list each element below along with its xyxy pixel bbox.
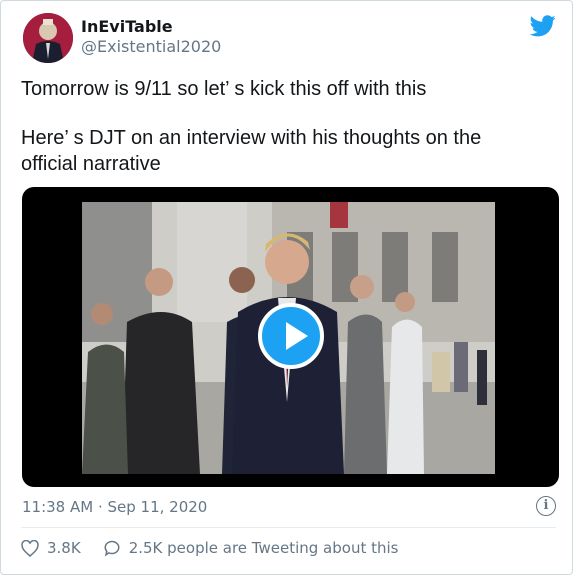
like-button[interactable]: 3.8K [21, 539, 81, 557]
tweet-text-line-1: Tomorrow is 9/11 so let’ s kick this off… [21, 78, 427, 100]
divider [21, 527, 556, 528]
speech-bubble-icon [104, 540, 120, 557]
tweet-timestamp[interactable]: 11:38 AM · Sep 11, 2020 [22, 498, 207, 516]
avatar-image [23, 13, 73, 63]
user-handle[interactable]: @Existential2020 [81, 37, 221, 56]
video-player[interactable] [22, 187, 559, 487]
heart-icon [21, 539, 39, 557]
display-name[interactable]: InEviTable [81, 17, 173, 36]
like-count: 3.8K [47, 539, 81, 557]
info-icon[interactable]: i [536, 496, 556, 516]
tweet-actions: 3.8K 2.5K people are Tweeting about this [21, 539, 420, 557]
tweet-card: InEviTable @Existential2020 Tomorrow is … [0, 0, 573, 575]
avatar[interactable] [23, 13, 73, 63]
reply-button[interactable]: 2.5K people are Tweeting about this [103, 539, 399, 557]
twitter-bird-icon[interactable] [530, 15, 556, 37]
play-icon[interactable] [258, 303, 324, 369]
tweeting-about-count: 2.5K people are Tweeting about this [128, 539, 399, 557]
tweet-text-line-3: official narrative [21, 153, 161, 175]
tweet-text-line-2: Here’ s DJT on an interview with his tho… [21, 127, 482, 149]
